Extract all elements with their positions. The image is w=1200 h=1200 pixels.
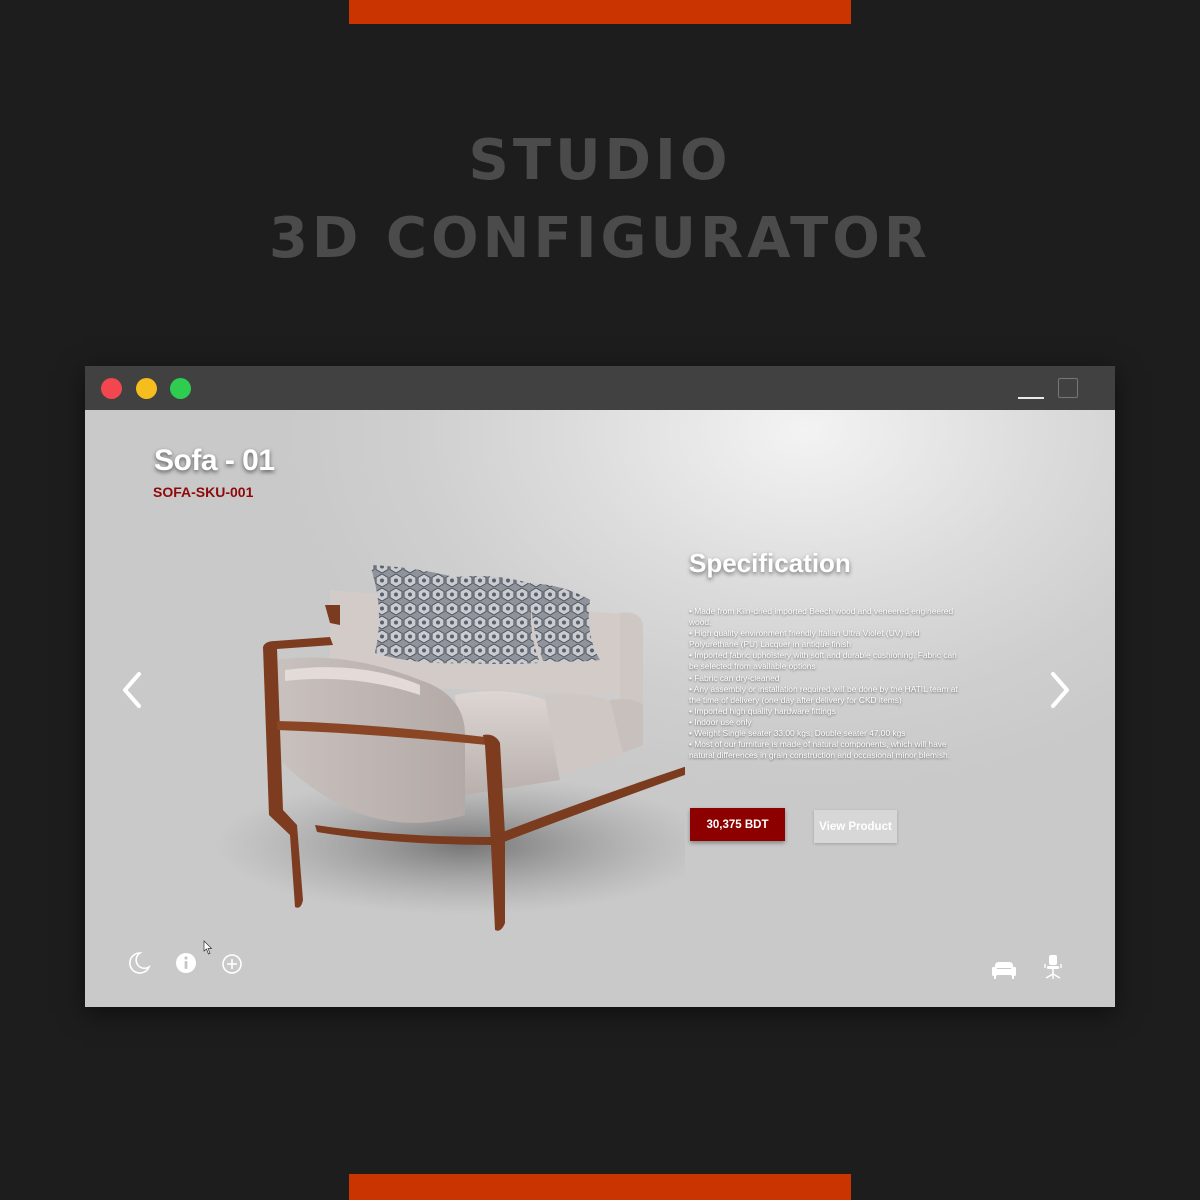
spec-item: Most of our furniture is made of natural… [689,739,961,761]
minimize-icon[interactable] [1018,397,1044,399]
page-headline: STUDIO 3D CONFIGURATOR [0,122,1200,278]
spec-heading: Specification [689,548,851,578]
window-close-button[interactable] [101,378,122,399]
spec-item: Imported fabric upholstery with soft and… [689,650,961,672]
headline-line-2: 3D CONFIGURATOR [268,206,932,271]
spec-item: Weight Single seater 33.00 kgs, Double s… [689,728,961,739]
sofa-3d-model[interactable] [165,545,685,945]
next-arrow-icon[interactable] [1045,668,1075,712]
spec-list: Made from Kiln-dried imported Beech wood… [689,606,961,761]
cursor-icon [203,940,213,955]
moon-icon[interactable] [126,950,152,976]
spec-item: Indoor use only [689,717,961,728]
app-window: Sofa - 01 SOFA-SKU-001 Specification Mad… [85,366,1115,1007]
office-chair-icon[interactable] [1040,954,1066,980]
configurator-viewport[interactable]: Sofa - 01 SOFA-SKU-001 Specification Mad… [85,410,1115,1007]
top-accent-bar [349,0,851,24]
spec-item: Imported high quality hardware fittings [689,706,961,717]
spec-item: Made from Kiln-dried imported Beech wood… [689,606,961,628]
product-title: Sofa - 01 [154,444,275,477]
headline-line-1: STUDIO [468,128,732,193]
window-titlebar [85,366,1115,410]
window-zoom-button[interactable] [170,378,191,399]
spec-item: Any assembly or installation required wi… [689,684,961,706]
spec-item: High quality environment friendly Italia… [689,628,961,650]
view-product-button[interactable]: View Product [814,810,897,843]
sofa-icon[interactable] [991,956,1017,982]
bottom-accent-bar [349,1174,851,1200]
price-button[interactable]: 30,375 BDT [690,808,785,841]
window-minimize-light[interactable] [136,378,157,399]
maximize-icon[interactable] [1058,378,1078,398]
previous-arrow-icon[interactable] [117,668,147,712]
product-sku: SOFA-SKU-001 [153,484,254,500]
plus-circle-icon[interactable] [219,951,245,977]
spec-item: Fabric can dry-cleaned [689,673,961,684]
info-icon[interactable] [173,950,199,976]
